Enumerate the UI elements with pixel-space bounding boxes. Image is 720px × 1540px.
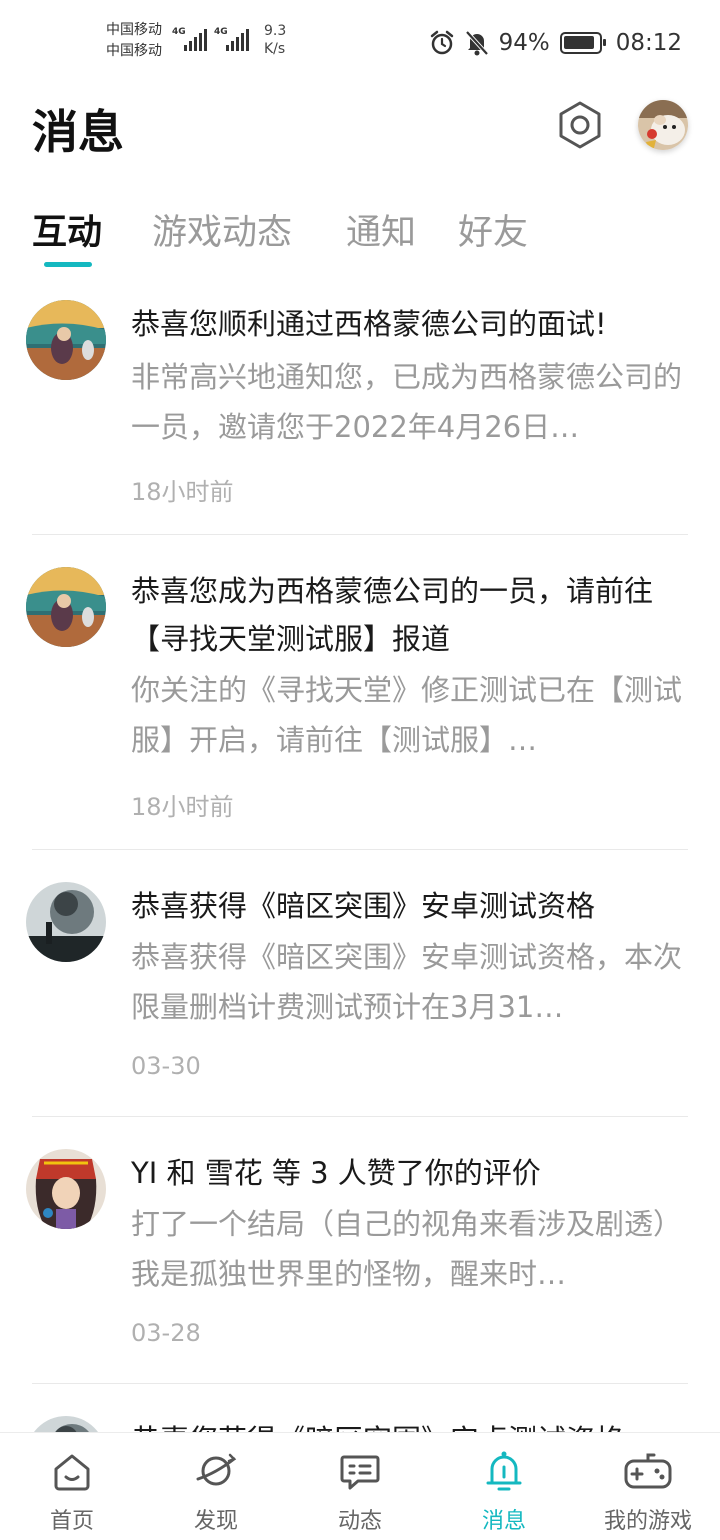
status-bar: 中国移动 中国移动 4G 4G 9.3 K/s 94% 08:12 — [0, 0, 720, 84]
message-item[interactable]: YI 和 雪花 等 3 人赞了你的评价 打了一个结局（自己的视角来看涉及剧透） … — [0, 1117, 720, 1383]
message-title: 恭喜您获得《暗区突围》安卓测试资格 — [131, 1416, 691, 1432]
home-icon — [54, 1454, 90, 1491]
message-item[interactable]: 恭喜您顺利通过西格蒙德公司的面试! 非常高兴地通知您，已成为西格蒙德公司的一员，… — [0, 280, 720, 534]
message-preview: 打了一个结局（自己的视角来看涉及剧透） 我是孤独世界里的怪物，醒来时… — [131, 1207, 683, 1291]
tab-friends[interactable]: 好友 — [458, 204, 528, 255]
settings-icon[interactable] — [556, 100, 604, 150]
message-time: 18小时前 — [131, 478, 234, 506]
message-item[interactable]: 恭喜获得《暗区突围》安卓测试资格 恭喜获得《暗区突围》安卓测试资格，本次限量删档… — [0, 850, 720, 1116]
carrier-2: 中国移动 — [106, 43, 162, 59]
message-title: 恭喜您成为西格蒙德公司的一员，请前往【寻找天堂测试服】报道 — [131, 574, 654, 656]
battery-icon — [559, 32, 606, 54]
message-title: 恭喜获得《暗区突围》安卓测试资格 — [131, 889, 596, 923]
chat-icon — [340, 1455, 380, 1490]
active-tab-indicator — [44, 262, 92, 267]
message-title: YI 和 雪花 等 3 人赞了你的评价 — [131, 1156, 541, 1190]
message-time: 18小时前 — [131, 793, 234, 821]
nav-feed[interactable]: 动态 — [288, 1433, 432, 1540]
message-list: 恭喜您顺利通过西格蒙德公司的面试! 非常高兴地通知您，已成为西格蒙德公司的一员，… — [0, 280, 720, 1432]
network-speed: 9.3 K/s — [264, 23, 287, 57]
clock: 08:12 — [615, 30, 682, 56]
sender-avatar[interactable] — [26, 882, 106, 962]
message-preview: 恭喜获得《暗区突围》安卓测试资格，本次限量删档计费测试预计在3月31… — [131, 940, 683, 1024]
tab-game-updates[interactable]: 游戏动态 — [152, 204, 292, 255]
planet-icon — [196, 1453, 237, 1486]
message-tabs: 互动 游戏动态 通知 好友 — [0, 200, 720, 280]
page-title: 消息 — [32, 105, 124, 159]
carrier-1: 中国移动 — [106, 22, 162, 38]
hamster-avatar-image — [638, 100, 688, 150]
tab-interaction[interactable]: 互动 — [32, 204, 102, 255]
mute-bell-icon — [465, 30, 489, 56]
nav-messages[interactable]: 消息 — [432, 1433, 576, 1540]
signal-icon: 4G — [172, 27, 212, 53]
battery-percent: 94% — [498, 30, 550, 56]
message-item[interactable]: 恭喜您获得《暗区突围》安卓测试资格 — [0, 1384, 720, 1432]
nav-discover[interactable]: 发现 — [144, 1433, 288, 1540]
gamepad-icon — [624, 1453, 672, 1489]
message-time: 03-28 — [131, 1319, 201, 1347]
message-title: 恭喜您顺利通过西格蒙德公司的面试! — [131, 307, 607, 341]
message-preview: 非常高兴地通知您，已成为西格蒙德公司的一员，邀请您于2022年4月26日… — [131, 360, 683, 444]
sender-avatar[interactable] — [26, 300, 106, 380]
bottom-navigation: 首页 发现 动态 消息 我的游戏 — [0, 1432, 720, 1540]
sender-avatar[interactable] — [26, 567, 106, 647]
sender-avatar[interactable] — [26, 1416, 106, 1432]
tab-notifications[interactable]: 通知 — [346, 204, 416, 255]
signal-icon: 4G — [214, 27, 254, 53]
nav-home[interactable]: 首页 — [0, 1433, 144, 1540]
nav-my-games[interactable]: 我的游戏 — [576, 1433, 720, 1540]
bell-icon — [486, 1451, 522, 1491]
message-preview: 你关注的《寻找天堂》修正测试已在【测试服】开启，请前往【测试服】… — [131, 673, 683, 757]
sender-avatar[interactable] — [26, 1149, 106, 1229]
carrier-labels: 中国移动 中国移动 — [106, 20, 162, 62]
user-avatar[interactable] — [638, 100, 688, 150]
alarm-icon — [430, 30, 453, 55]
message-time: 03-30 — [131, 1052, 201, 1080]
message-item[interactable]: 恭喜您成为西格蒙德公司的一员，请前往【寻找天堂测试服】报道 你关注的《寻找天堂》… — [0, 535, 720, 849]
